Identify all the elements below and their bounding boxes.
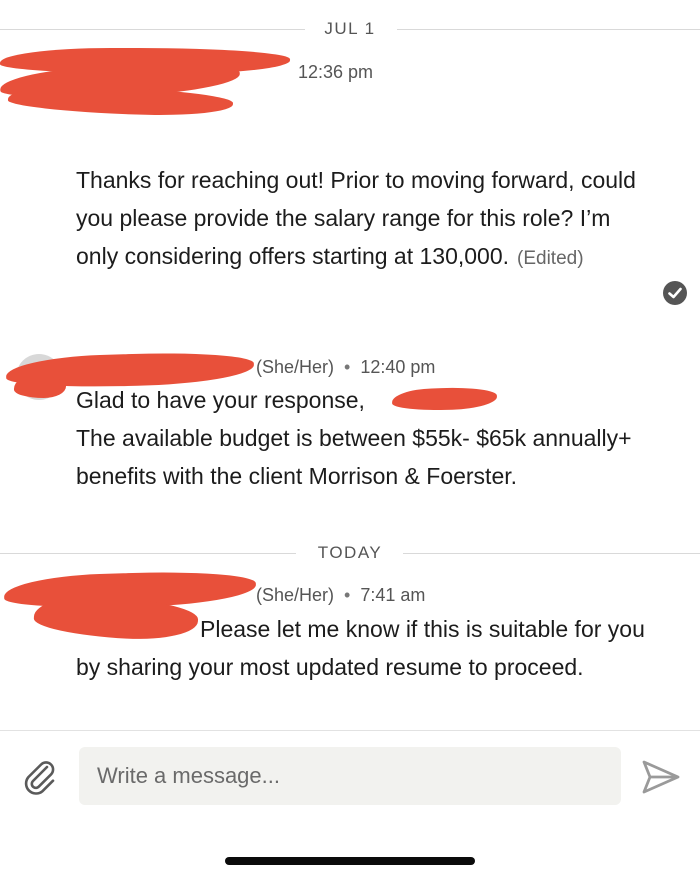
edited-label: (Edited) [517, 248, 584, 269]
separator-dot: • [344, 585, 351, 605]
paperclip-icon[interactable] [20, 757, 58, 795]
check-circle-icon [663, 281, 687, 305]
separator-dot: • [344, 357, 351, 377]
message-text: Please let me know if this is suitable f… [76, 616, 645, 680]
message-timestamp: 7:41 am [360, 585, 426, 605]
message-body: Glad to have your response, The availabl… [76, 381, 656, 495]
date-label: TODAY [317, 543, 383, 562]
sender-pronouns: (She/Her) [256, 357, 335, 377]
send-icon[interactable] [641, 758, 681, 796]
home-indicator[interactable] [225, 857, 475, 865]
date-divider-today: TODAY [0, 543, 700, 563]
message-timestamp: 12:40 pm [360, 357, 436, 377]
message-meta: (She/Her) • 12:40 pm [256, 356, 435, 378]
composer-divider [0, 730, 700, 731]
message-text: The available budget is between $55k- $6… [76, 425, 632, 489]
message-meta: (She/Her) • 7:41 am [256, 584, 425, 606]
message-body: Please let me know if this is suitable f… [76, 610, 656, 686]
sender-pronouns: (She/Her) [256, 585, 335, 605]
message-body: Thanks for reaching out! Prior to moving… [76, 161, 656, 278]
message-greeting: Glad to have your response, [76, 387, 365, 413]
date-divider-jul1: JUL 1 [0, 19, 700, 39]
redacted-avatar [14, 376, 66, 398]
message-input[interactable] [79, 747, 621, 805]
date-label: JUL 1 [324, 19, 376, 38]
message-timestamp: 12:36 pm [298, 62, 374, 82]
redacted-sender-name [7, 84, 234, 118]
